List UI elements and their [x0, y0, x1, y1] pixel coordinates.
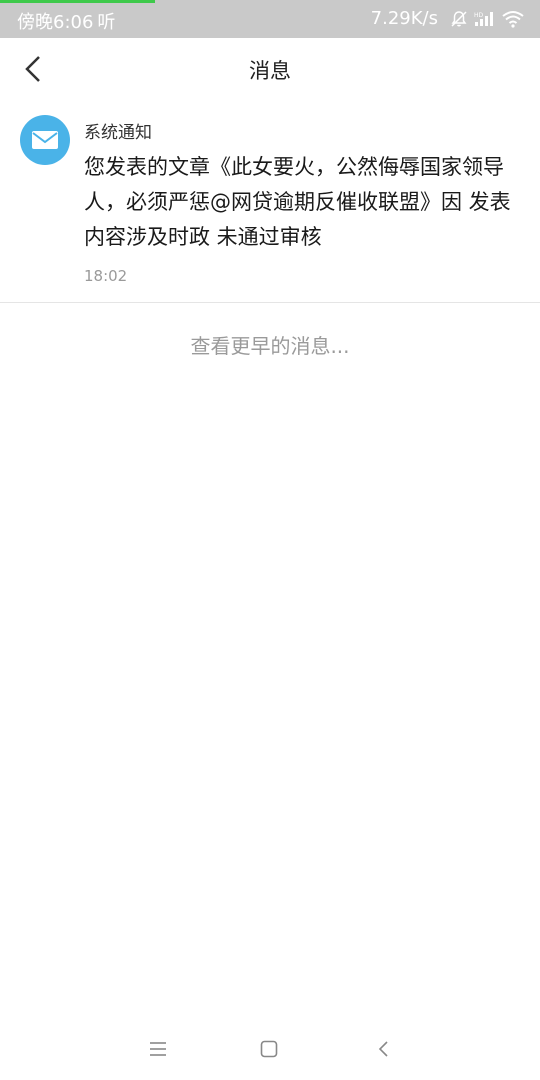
message-body: 您发表的文章《此女要火，公然侮辱国家领导人，必须严惩@网贷逾期反催收联盟》因 发… — [84, 155, 511, 249]
load-earlier-link[interactable]: 查看更早的消息... — [0, 330, 540, 359]
avatar — [20, 115, 70, 165]
app-header: 消息 — [0, 38, 540, 100]
menu-icon — [150, 1042, 166, 1056]
screen: 傍晚6:06 听 7.29K/s HD 消息 系统通知 您发表的文章《此女要火，… — [0, 0, 540, 1080]
status-bar: 傍晚6:06 听 7.29K/s HD — [0, 0, 540, 38]
message-time: 18:02 — [84, 267, 128, 285]
nav-menu-button[interactable] — [140, 1034, 176, 1064]
hd-signal-icon: HD — [474, 11, 493, 26]
message-sender: 系统通知 — [84, 123, 152, 143]
nav-home-button[interactable] — [251, 1034, 287, 1064]
loading-progress — [0, 0, 155, 3]
message-item[interactable]: 系统通知 您发表的文章《此女要火，公然侮辱国家领导人，必须严惩@网贷逾期反催收联… — [0, 100, 540, 303]
wifi-icon — [502, 10, 524, 28]
system-nav-bar — [0, 1020, 540, 1080]
status-left: 傍晚6:06 听 — [17, 8, 115, 34]
back-chevron-icon — [378, 1041, 388, 1057]
svg-text:HD: HD — [474, 12, 484, 19]
status-time: 傍晚6:06 — [17, 12, 94, 33]
mail-icon — [32, 131, 58, 149]
home-square-icon — [260, 1040, 278, 1058]
network-speed: 7.29K/s — [370, 8, 438, 29]
mute-bell-icon — [451, 10, 467, 27]
page-title: 消息 — [249, 59, 291, 83]
listen-label: 听 — [97, 12, 116, 33]
nav-back-button[interactable] — [365, 1034, 401, 1064]
status-right: 7.29K/s HD — [371, 8, 524, 29]
